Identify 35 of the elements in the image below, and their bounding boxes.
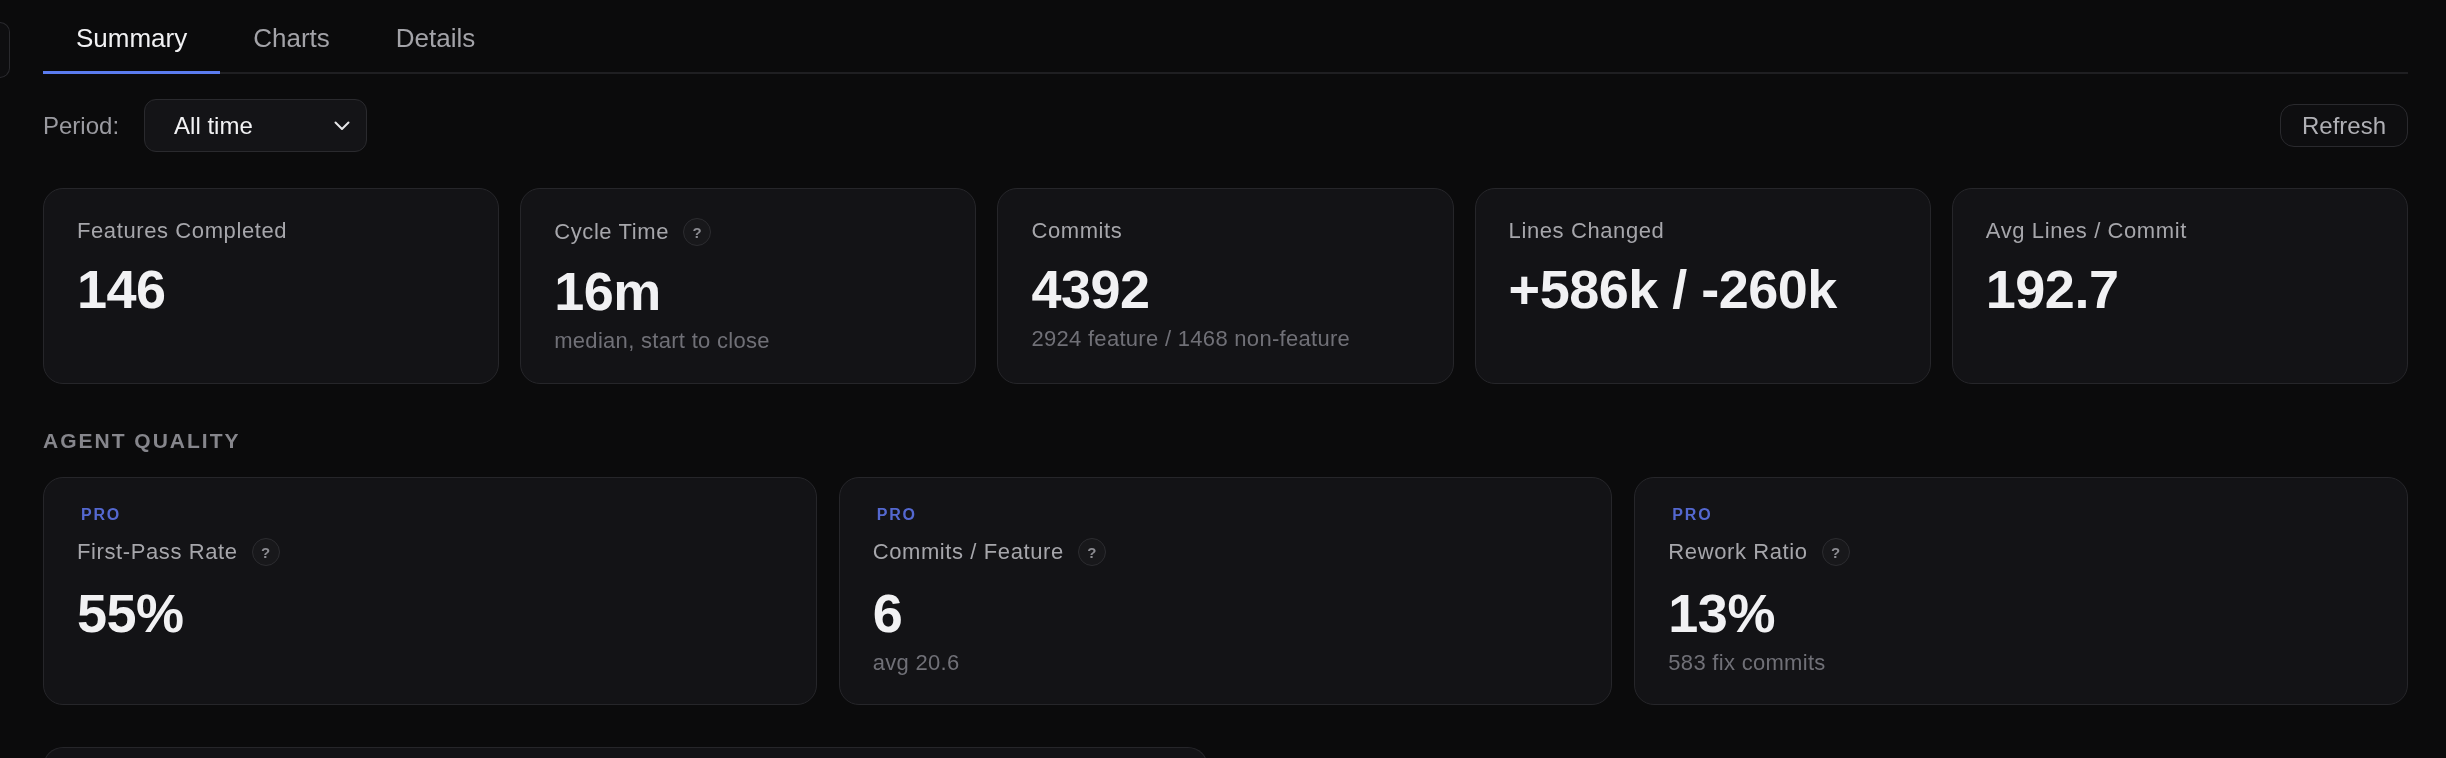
help-button[interactable]: ? bbox=[1077, 538, 1106, 566]
metric-note: 2924 feature / 1468 non-feature bbox=[1031, 326, 1351, 352]
help-button[interactable]: ? bbox=[683, 218, 711, 246]
metric-value: 4392 bbox=[1031, 258, 1150, 321]
metric-label: Rework Ratio bbox=[1668, 539, 1808, 565]
metric-value: 55% bbox=[77, 582, 184, 645]
chevron-down-icon bbox=[334, 120, 351, 131]
metric-label: Features Completed bbox=[77, 218, 288, 244]
metric-value: 6 bbox=[872, 582, 903, 645]
metric-label: Commits bbox=[1031, 218, 1123, 244]
pro-label: PRO bbox=[81, 505, 122, 525]
metric-value: 13% bbox=[1668, 582, 1775, 645]
metric-note: 583 fix commits bbox=[1668, 650, 1826, 676]
metric-value: 146 bbox=[77, 258, 166, 321]
metric-label: First-Pass Rate bbox=[77, 539, 238, 565]
metric-value: 16m bbox=[554, 260, 661, 323]
metric-value: +586k / -260k bbox=[1508, 258, 1837, 321]
metric-value: 192.7 bbox=[1985, 258, 2119, 321]
period-label: Period: bbox=[43, 111, 120, 140]
help-button[interactable]: ? bbox=[1821, 538, 1850, 566]
metric-note: median, start to close bbox=[554, 328, 770, 354]
period-select[interactable]: All time bbox=[144, 99, 368, 152]
tab[interactable]: Summary bbox=[43, 0, 221, 74]
refresh-button[interactable]: Refresh bbox=[2279, 104, 2408, 147]
section-title: AGENT QUALITY bbox=[43, 428, 241, 453]
metric-label: Lines Changed bbox=[1508, 218, 1665, 244]
metric-label: Commits / Feature bbox=[872, 539, 1064, 565]
tab[interactable]: Details bbox=[362, 0, 509, 74]
pro-label: PRO bbox=[1672, 505, 1713, 525]
metric-label: Cycle Time bbox=[554, 219, 669, 245]
metric-note: avg 20.6 bbox=[872, 650, 960, 676]
help-button[interactable]: ? bbox=[251, 538, 280, 566]
metric-label: Avg Lines / Commit bbox=[1985, 218, 2187, 244]
pro-label: PRO bbox=[876, 505, 917, 525]
tab[interactable]: Charts bbox=[220, 0, 363, 74]
